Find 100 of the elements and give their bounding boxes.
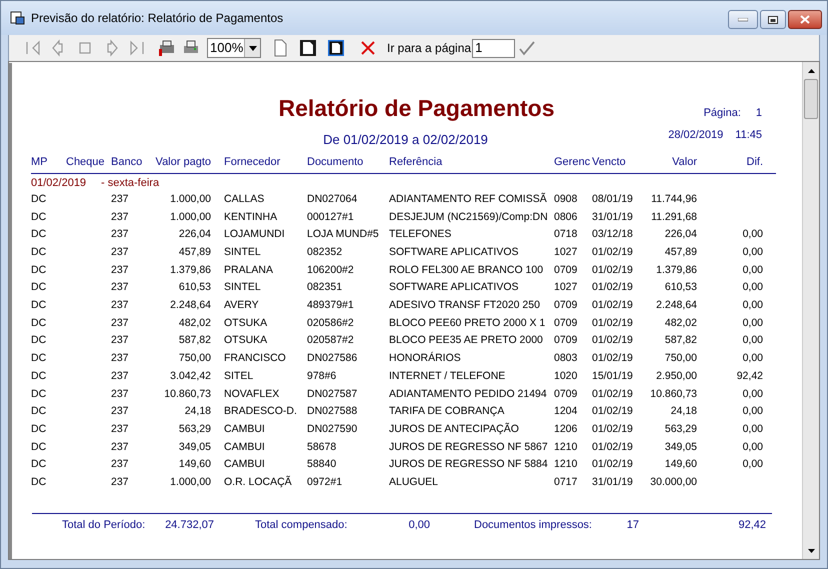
- table-cell: 482,02: [178, 316, 211, 329]
- table-cell: 237: [111, 264, 129, 276]
- table-cell: 237: [111, 476, 129, 488]
- table-cell: 01/02/19: [592, 316, 633, 329]
- table-cell: JUROS DE ANTECIPAÇÃO: [389, 422, 519, 435]
- table-cell: 0709: [554, 388, 578, 400]
- table-cell: DN027590: [307, 422, 358, 435]
- table-cell: DC: [31, 388, 46, 400]
- table-cell: 0803: [554, 352, 578, 364]
- table-cell: 01/02/19: [592, 422, 633, 435]
- table-cell: 610,53: [664, 281, 697, 294]
- table-cell: BLOCO PEE60 PRETO 2000 X 1: [389, 316, 546, 329]
- table-cell: SINTEL: [224, 246, 261, 258]
- table-cell: SINTEL: [224, 281, 261, 294]
- table-cell: 15/01/19: [592, 370, 633, 382]
- table-cell: 0908: [554, 192, 578, 205]
- table-cell: 482,02: [664, 316, 697, 329]
- table-cell: 226,04: [178, 228, 211, 240]
- table-cell: 2.248,64: [656, 299, 697, 312]
- vertical-scrollbar[interactable]: [802, 62, 819, 559]
- table-cell: DN027588: [307, 405, 358, 418]
- scroll-thumb[interactable]: [804, 79, 818, 119]
- page-label: Página:: [704, 106, 741, 121]
- table-cell: 92,42: [736, 370, 763, 382]
- table-cell: 237: [111, 316, 129, 329]
- compensated-total-value: 0,00: [408, 518, 430, 532]
- table-cell: 0718: [554, 228, 578, 240]
- table-cell: SOFTWARE APLICATIVOS: [389, 281, 519, 294]
- caret-icon: [248, 46, 256, 50]
- table-cell: DC: [31, 476, 46, 488]
- table-cell: 1.000,00: [170, 476, 211, 488]
- table-cell: JUROS DE REGRESSO NF 5884: [389, 458, 548, 470]
- table-cell: 237: [111, 370, 129, 382]
- table-cell: 10.860,73: [164, 388, 211, 400]
- table-cell: DC: [31, 352, 46, 364]
- report-period: De 01/02/2019 a 02/02/2019: [323, 131, 488, 149]
- minimize-button[interactable]: [728, 10, 758, 29]
- close-button[interactable]: [788, 10, 822, 29]
- two-pages-icon[interactable]: [327, 39, 345, 57]
- report-date: 28/02/2019: [668, 128, 724, 142]
- table-cell: 2.248,64: [170, 299, 211, 312]
- table-cell: 237: [111, 352, 129, 364]
- column-header: Valor pagto: [156, 156, 211, 168]
- close-icon: [800, 15, 810, 24]
- table-cell: DC: [31, 405, 46, 418]
- table-cell: CALLAS: [224, 192, 264, 205]
- page-number-field[interactable]: 1: [472, 38, 516, 58]
- table-cell: 0,00: [742, 316, 763, 329]
- printed-documents-label: Documentos impressos:: [474, 518, 593, 532]
- close-icon[interactable]: [359, 39, 377, 57]
- table-cell: 489379#1: [307, 299, 354, 312]
- table-cell: 0717: [554, 476, 578, 488]
- table-cell: 237: [111, 388, 129, 400]
- table-cell: 750,00: [178, 352, 211, 364]
- table-cell: 020586#2: [307, 316, 354, 329]
- table-cell: 01/02/19: [592, 405, 633, 418]
- table-cell: 000127#1: [307, 210, 354, 223]
- table-cell: KENTINHA: [224, 210, 278, 223]
- table-cell: 610,53: [178, 281, 211, 294]
- table-cell: 0,00: [742, 388, 763, 400]
- table-cell: 0,00: [742, 405, 763, 418]
- table-cell: DC: [31, 192, 46, 205]
- table-cell: DC: [31, 210, 46, 223]
- table-cell: 0709: [554, 316, 578, 329]
- table-cell: 3.042,42: [170, 370, 211, 382]
- table-cell: DN027587: [307, 388, 358, 400]
- restore-button[interactable]: [760, 10, 786, 29]
- table-cell: ALUGUEL: [389, 476, 438, 488]
- table-cell: DC: [31, 440, 46, 453]
- table-cell: NOVAFLEX: [224, 388, 280, 400]
- table-cell: DC: [31, 264, 46, 276]
- table-cell: 0,00: [742, 422, 763, 435]
- table-cell: DC: [31, 370, 46, 382]
- table-cell: DN027586: [307, 352, 358, 364]
- table-cell: 01/02/19: [592, 264, 633, 276]
- column-header: Documento: [307, 156, 364, 168]
- table-cell: 226,04: [664, 228, 697, 240]
- group-weekday: - sexta-feira: [101, 176, 160, 190]
- checkmark-icon[interactable]: [518, 39, 536, 57]
- scroll-up-icon[interactable]: [808, 68, 814, 72]
- page-width-icon[interactable]: [299, 39, 317, 57]
- printer-setup-icon[interactable]: [158, 39, 176, 57]
- zoom-select[interactable]: 100%: [207, 38, 261, 58]
- table-cell: 31/01/19: [592, 210, 633, 223]
- table-cell: 0,00: [742, 440, 763, 453]
- table-cell: 24,18: [670, 405, 697, 418]
- table-cell: OTSUKA: [224, 334, 268, 346]
- minimize-icon: [738, 18, 748, 22]
- table-cell: 11.744,96: [651, 192, 697, 205]
- table-cell: 020587#2: [307, 334, 354, 346]
- column-header: Cheque: [66, 156, 105, 168]
- table-cell: 1027: [554, 281, 578, 294]
- table-cell: 1206: [554, 422, 578, 435]
- column-header: Referência: [389, 156, 442, 168]
- table-cell: 237: [111, 405, 129, 418]
- table-cell: 457,89: [178, 246, 211, 258]
- table-cell: 082352: [307, 246, 342, 258]
- scroll-down-icon[interactable]: [808, 548, 814, 552]
- table-cell: 1.379,86: [170, 264, 211, 276]
- table-cell: LOJAMUNDI: [224, 228, 285, 240]
